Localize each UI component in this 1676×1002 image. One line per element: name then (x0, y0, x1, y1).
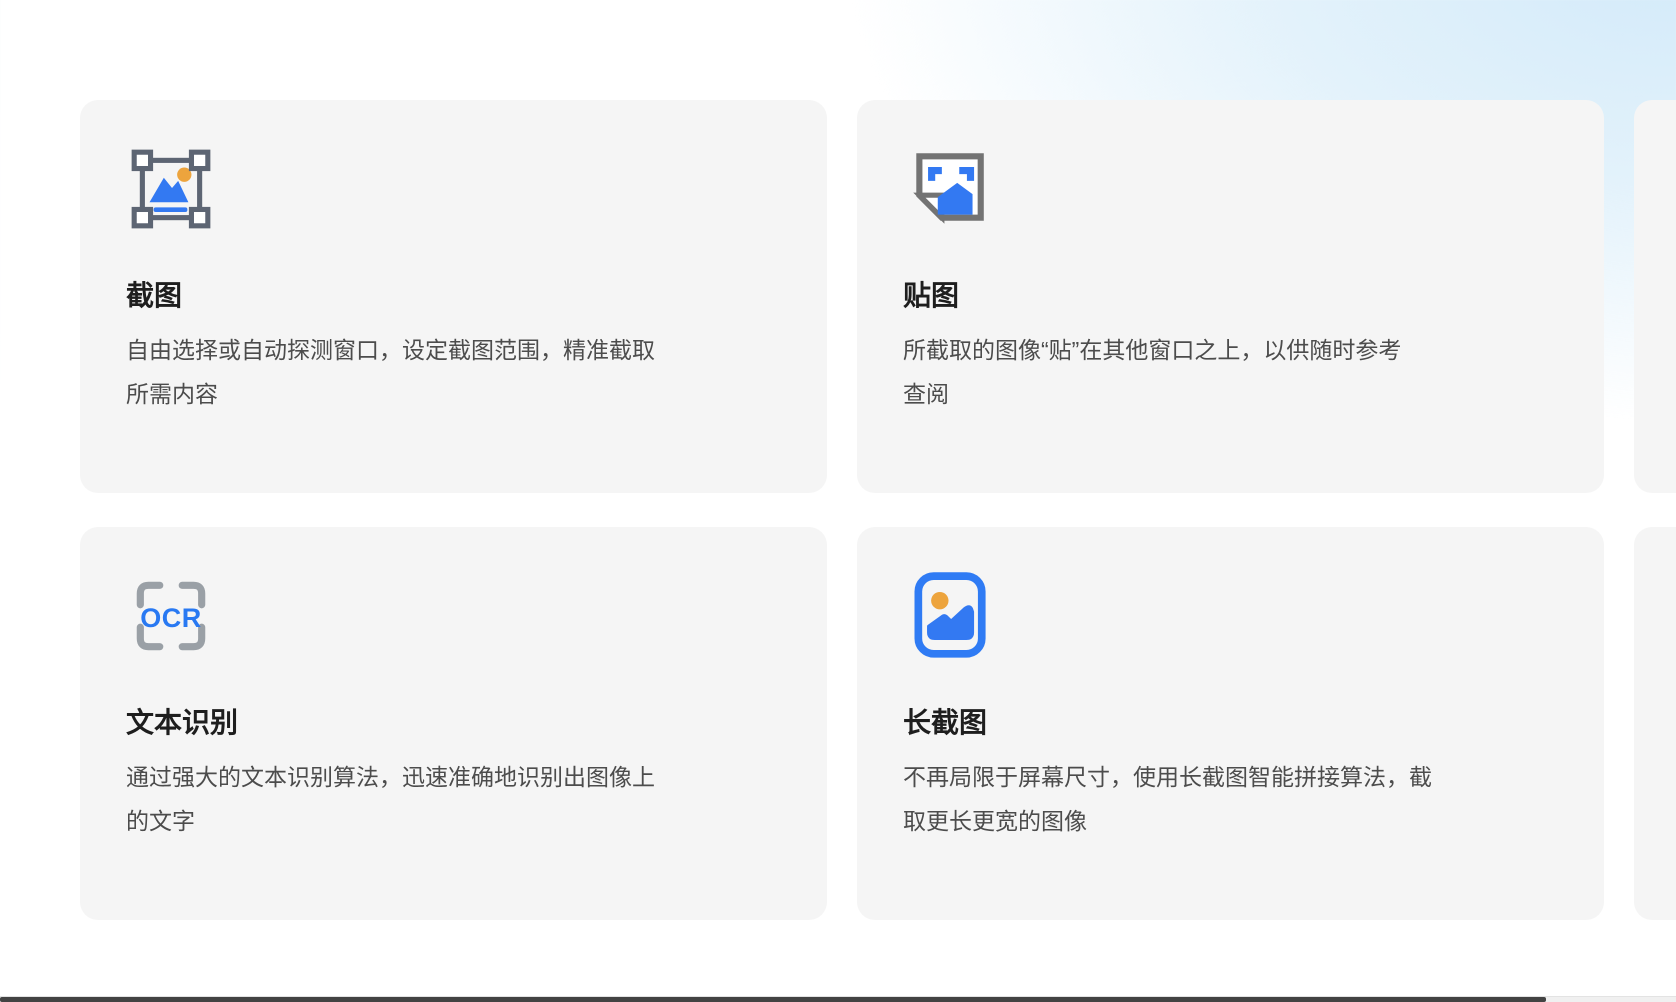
horizontal-scrollbar-thumb[interactable] (0, 997, 1546, 1002)
card-long-screenshot: 长截图 不再局限于屏幕尺寸，使用长截图智能拼接算法，截 取更长更宽的图像 (857, 527, 1604, 920)
card-description: 自由选择或自动探测窗口，设定截图范围，精准截取 所需内容 (126, 328, 751, 416)
card-description: 不再局限于屏幕尺寸，使用长截图智能拼接算法，截 取更长更宽的图像 (903, 755, 1528, 843)
card-description: 通过强大的文本识别算法，迅速准确地识别出图像上 的文字 (126, 755, 751, 843)
ocr-icon: OCR (126, 571, 216, 661)
card-title: 文本识别 (126, 707, 779, 739)
ocr-icon-text: OCR (126, 603, 216, 634)
card-ocr: OCR 文本识别 通过强大的文本识别算法，迅速准确地识别出图像上 的文字 (80, 527, 827, 920)
feature-card-grid: 截图 自由选择或自动探测窗口，设定截图范围，精准截取 所需内容 贴图 所截取的图… (80, 100, 1676, 920)
card-partial (1634, 527, 1676, 920)
long-screenshot-icon (903, 571, 993, 661)
screenshot-selection-icon (126, 144, 216, 234)
card-description: 所截取的图像“贴”在其他窗口之上，以供随时参考 查阅 (903, 328, 1528, 416)
card-screenshot: 截图 自由选择或自动探测窗口，设定截图范围，精准截取 所需内容 (80, 100, 827, 493)
card-partial (1634, 100, 1676, 493)
pinned-image-icon (903, 144, 993, 234)
card-title: 长截图 (903, 707, 1556, 739)
card-title: 截图 (126, 280, 779, 312)
horizontal-scrollbar-track[interactable] (0, 996, 1676, 1002)
card-title: 贴图 (903, 280, 1556, 312)
card-pin-image: 贴图 所截取的图像“贴”在其他窗口之上，以供随时参考 查阅 (857, 100, 1604, 493)
